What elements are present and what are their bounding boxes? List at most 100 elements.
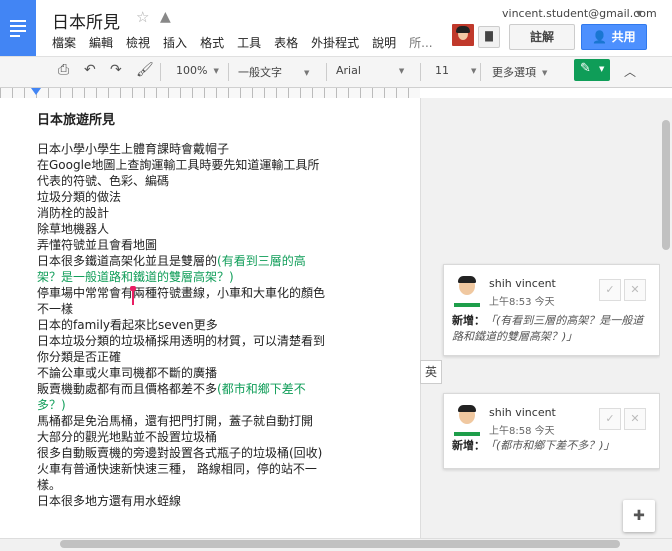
line-text: 停車場中常常會有兩種符號畫線，小車和大車化的顏色不一樣 <box>37 286 326 316</box>
line-text: 弄懂符號並且會看地圖 <box>37 238 158 252</box>
menu-file[interactable]: 檔案 <box>52 34 76 50</box>
formatting-toolbar: ⎙ ↶ ↷ 🖌 100% ▼ 一般文字 ▼ Arial ▼ 11 ▼ 更多選項 ▼ <box>0 56 672 88</box>
docs-home-icon[interactable] <box>0 0 36 56</box>
print-icon[interactable]: ⎙ <box>58 62 69 78</box>
star-icon[interactable]: ☆ <box>136 8 149 26</box>
paint-format-icon[interactable]: 🖌 <box>136 62 154 78</box>
input-language-icon[interactable]: 英 <box>420 360 442 384</box>
horizontal-scroll-thumb[interactable] <box>60 540 620 548</box>
line-text: 日本很多地方還有用水蛭線 <box>37 494 182 508</box>
menu-tools[interactable]: 工具 <box>237 34 261 50</box>
pencil-icon: ✎ <box>580 61 591 76</box>
more-options-label: 更多選項 <box>492 66 536 79</box>
more-options-button[interactable]: 更多選項 ▼ <box>492 64 547 80</box>
zoom-value: 100% <box>176 64 208 77</box>
document-line: 垃圾分類的做法 <box>37 189 329 205</box>
collaborator-cursor <box>130 286 136 305</box>
line-text: 垃圾分類的做法 <box>37 190 122 204</box>
menu-all-changes[interactable]: 所... <box>409 34 432 50</box>
style-value: 一般文字 <box>238 66 282 79</box>
line-text: 馬桶都是免治馬桶，還有把門打開，蓋子就自動打開 <box>37 414 314 428</box>
document-line: 除草地機器人 <box>37 221 329 237</box>
line-text: 大部分的觀光地點並不設置垃圾桶 <box>37 430 218 444</box>
menu-insert[interactable]: 插入 <box>163 34 187 50</box>
comment-body: 新增：「(有看到三層的高架？是一般道路和鐵道的雙層高架？)」 <box>452 313 652 345</box>
font-value: Arial <box>336 64 361 77</box>
comment-time: 上午8:58 今天 <box>489 426 555 437</box>
resolve-check-icon[interactable]: ✓ <box>599 279 621 301</box>
comment-author: shih vincent <box>489 277 556 290</box>
document-line: 日本的family看起來比seven更多 <box>37 317 329 333</box>
chevron-down-icon: ▼ <box>599 65 605 73</box>
document-line: 日本垃圾分類的垃圾桶採用透明的材質，可以清楚看到你分類是否正確 <box>37 333 329 365</box>
document-line: 馬桶都是免治馬桶，還有把門打開，蓋子就自動打開 <box>37 413 329 429</box>
chevron-down-icon: ▼ <box>213 67 219 75</box>
menu-edit[interactable]: 編輯 <box>89 34 113 50</box>
size-value: 11 <box>435 64 449 77</box>
document-line: 弄懂符號並且會看地圖 <box>37 237 329 253</box>
chat-icon[interactable]: ▇ <box>478 26 500 48</box>
commenter-avatar <box>454 405 480 436</box>
comment-label: 新增： <box>452 314 485 327</box>
document-body[interactable]: 日本旅遊所見 日本小學小學生上體育課時會戴帽子 在Google地圖上查詢運輸工具時… <box>37 113 329 509</box>
account-email[interactable]: vincent.student@gmail.com <box>502 7 657 20</box>
share-button[interactable]: 👤 共用 <box>581 24 647 50</box>
menu-addons[interactable]: 外掛程式 <box>311 34 359 50</box>
zoom-select[interactable]: 100% ▼ <box>176 64 219 77</box>
line-text: 不論公車或火車司機都不斷的廣播 <box>37 366 218 380</box>
menu-table[interactable]: 表格 <box>274 34 298 50</box>
chevron-down-icon: ▼ <box>471 67 477 75</box>
menu-format[interactable]: 格式 <box>200 34 224 50</box>
redo-icon[interactable]: ↷ <box>110 62 122 78</box>
document-line: 日本小學小學生上體育課時會戴帽子 <box>37 141 329 157</box>
vertical-scroll-thumb[interactable] <box>662 120 670 250</box>
document-line: 火車有普通快速新快速三種， 路線相同，停的站不一樣。 <box>37 461 329 493</box>
document-title[interactable]: 日本所見 <box>52 8 120 33</box>
document-canvas[interactable]: 日本旅遊所見 日本小學小學生上體育課時會戴帽子 在Google地圖上查詢運輸工具時… <box>0 98 420 538</box>
menu-view[interactable]: 檢視 <box>126 34 150 50</box>
commenter-avatar <box>454 276 480 307</box>
document-line: 不論公車或火車司機都不斷的廣播 <box>37 365 329 381</box>
document-line: 大部分的觀光地點並不設置垃圾桶 <box>37 429 329 445</box>
comments-button[interactable]: 註解 <box>509 24 575 50</box>
share-button-label: 共用 <box>611 30 636 44</box>
line-text: 火車有普通快速新快速三種， 路線相同，停的站不一樣。 <box>37 462 317 492</box>
close-icon[interactable]: ✕ <box>624 279 646 301</box>
chevron-down-icon: ▼ <box>398 67 405 75</box>
document-line: 很多自動販賣機的旁邊對設置各式瓶子的垃圾桶(回收) <box>37 445 329 461</box>
comment-body: 新增：「(都市和鄉下差不多？)」 <box>452 438 652 454</box>
close-icon[interactable]: ✕ <box>624 408 646 430</box>
collaborator-avatar[interactable] <box>452 24 474 46</box>
menu-help[interactable]: 說明 <box>372 34 396 50</box>
resolve-check-icon[interactable]: ✓ <box>599 408 621 430</box>
chevron-down-icon[interactable]: ▼ <box>636 9 642 18</box>
comment-label: 新增： <box>452 439 485 452</box>
document-lines: 日本小學小學生上體育課時會戴帽子 在Google地圖上查詢運輸工具時要先知道運輸工… <box>37 141 329 509</box>
drive-folder-icon[interactable]: ▲ <box>160 9 171 25</box>
comment-card[interactable]: shih vincent 上午8:53 今天 ✓ ✕ 新增：「(有看到三層的高架… <box>443 264 660 356</box>
chevron-up-icon[interactable]: ︿ <box>624 63 636 80</box>
chevron-down-icon: ▼ <box>304 69 310 77</box>
editing-mode-button[interactable]: ✎ ▼ <box>574 59 610 81</box>
line-text: 日本很多鐵道高架化並且是雙層的 <box>37 254 218 268</box>
paragraph-style-select[interactable]: 一般文字 ▼ <box>238 64 309 80</box>
document-line: 日本很多地方還有用水蛭線 <box>37 493 329 509</box>
line-text: 很多自動販賣機的旁邊對設置各式瓶子的垃圾桶(回收) <box>37 446 323 460</box>
document-line: 消防栓的設計 <box>37 205 329 221</box>
line-text: 在Google地圖上查詢運輸工具時要先知道運輸工具所代表的符號、色彩、編碼 <box>37 158 320 188</box>
comment-quote: 「(都市和鄉下差不多？)」 <box>485 439 615 452</box>
indent-marker-icon[interactable] <box>31 88 41 95</box>
font-size-select[interactable]: 11 ▼ <box>435 64 476 77</box>
document-heading: 日本旅遊所見 <box>37 113 116 128</box>
chevron-down-icon: ▼ <box>542 69 548 77</box>
line-text: 消防栓的設計 <box>37 206 110 220</box>
document-line: 販賣機動處都有而且價格都差不多(都市和鄉下差不多？) <box>37 381 329 413</box>
comment-author: shih vincent <box>489 406 556 419</box>
line-text: 日本的family看起來比seven更多 <box>37 318 218 332</box>
comment-card[interactable]: shih vincent 上午8:58 今天 ✓ ✕ 新增：「(都市和鄉下差不多… <box>443 393 660 469</box>
line-text: 日本垃圾分類的垃圾桶採用透明的材質，可以清楚看到你分類是否正確 <box>37 334 326 364</box>
undo-icon[interactable]: ↶ <box>84 62 96 78</box>
explore-icon[interactable]: ✚ <box>623 500 655 532</box>
menu-bar: 檔案 編輯 檢視 插入 格式 工具 表格 外掛程式 說明 所... <box>52 34 446 50</box>
font-select[interactable]: Arial ▼ <box>336 64 404 77</box>
